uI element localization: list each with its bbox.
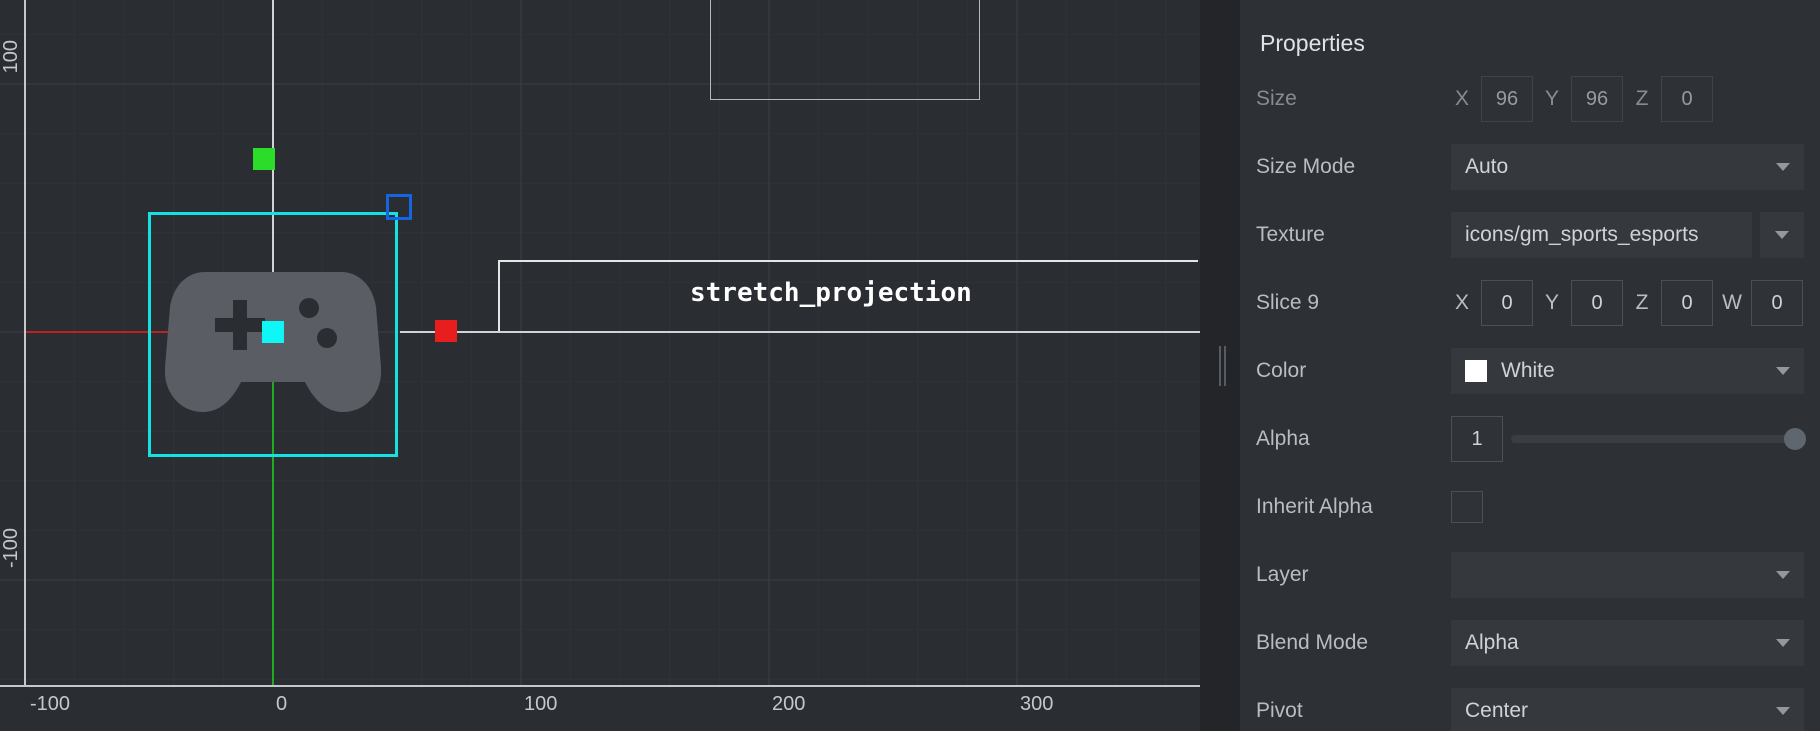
- gizmo-handle-center[interactable]: [262, 321, 284, 343]
- row-texture: Texture icons/gm_sports_esports: [1256, 201, 1804, 269]
- label-texture: Texture: [1256, 223, 1451, 247]
- slice9-w-input[interactable]: [1751, 280, 1803, 326]
- chevron-down-icon: [1776, 571, 1790, 579]
- chevron-down-icon: [1775, 231, 1789, 239]
- row-size-mode: Size Mode Auto: [1256, 133, 1804, 201]
- row-color: Color White: [1256, 337, 1804, 405]
- label-inherit-alpha: Inherit Alpha: [1256, 495, 1451, 519]
- gizmo-handle-scale[interactable]: [386, 194, 412, 220]
- row-pivot: Pivot Center: [1256, 677, 1804, 731]
- color-value: White: [1501, 359, 1555, 383]
- texture-value: icons/gm_sports_esports: [1465, 223, 1698, 247]
- projection-line-v: [498, 260, 500, 331]
- texture-field[interactable]: icons/gm_sports_esports: [1451, 212, 1752, 258]
- row-inherit-alpha: Inherit Alpha: [1256, 473, 1804, 541]
- blend-mode-value: Alpha: [1465, 631, 1519, 655]
- gizmo-handle-red[interactable]: [435, 320, 457, 342]
- gizmo-handle-green[interactable]: [253, 148, 275, 170]
- size-y-input[interactable]: [1571, 76, 1623, 122]
- row-size: Size X Y Z: [1256, 65, 1804, 133]
- chevron-down-icon: [1776, 163, 1790, 171]
- alpha-slider[interactable]: [1511, 435, 1804, 443]
- properties-panel: Properties Size X Y Z Size Mode Auto: [1240, 0, 1820, 731]
- row-layer: Layer: [1256, 541, 1804, 609]
- panel-divider[interactable]: [1200, 0, 1240, 731]
- slider-thumb[interactable]: [1784, 428, 1806, 450]
- chevron-down-icon: [1776, 367, 1790, 375]
- slice9-x-input[interactable]: [1481, 280, 1533, 326]
- divider-grip-icon: [1219, 346, 1221, 386]
- label-alpha: Alpha: [1256, 427, 1451, 451]
- texture-picker-button[interactable]: [1760, 212, 1804, 258]
- color-swatch-icon: [1465, 360, 1487, 382]
- slice9-z-input[interactable]: [1661, 280, 1713, 326]
- row-alpha: Alpha: [1256, 405, 1804, 473]
- label-size-mode: Size Mode: [1256, 155, 1451, 179]
- label-size: Size: [1256, 87, 1451, 111]
- size-x-input[interactable]: [1481, 76, 1533, 122]
- projection-line-h: [498, 260, 1198, 262]
- ruler-x: -100 0 100 200 300: [0, 685, 1200, 731]
- blend-mode-select[interactable]: Alpha: [1451, 620, 1804, 666]
- row-blend-mode: Blend Mode Alpha: [1256, 609, 1804, 677]
- label-layer: Layer: [1256, 563, 1451, 587]
- container-outline-top: [710, 0, 980, 100]
- ruler-y: 100 -100: [0, 0, 26, 685]
- projection-label: stretch_projection: [690, 278, 972, 308]
- label-slice9: Slice 9: [1256, 291, 1451, 315]
- world-axis-x: [400, 331, 1200, 333]
- color-select[interactable]: White: [1451, 348, 1804, 394]
- layer-select[interactable]: [1451, 552, 1804, 598]
- scene-viewport[interactable]: stretch_projection 100 -100 -100 0 100 2…: [0, 0, 1200, 731]
- chevron-down-icon: [1776, 639, 1790, 647]
- inherit-alpha-checkbox[interactable]: [1451, 491, 1483, 523]
- pivot-value: Center: [1465, 699, 1528, 723]
- label-blend-mode: Blend Mode: [1256, 631, 1451, 655]
- chevron-down-icon: [1776, 707, 1790, 715]
- label-pivot: Pivot: [1256, 699, 1451, 723]
- row-slice9: Slice 9 X Y Z W: [1256, 269, 1804, 337]
- size-mode-select[interactable]: Auto: [1451, 144, 1804, 190]
- size-z-input[interactable]: [1661, 76, 1713, 122]
- size-mode-value: Auto: [1465, 155, 1508, 179]
- pivot-select[interactable]: Center: [1451, 688, 1804, 731]
- slice9-y-input[interactable]: [1571, 280, 1623, 326]
- label-color: Color: [1256, 359, 1451, 383]
- alpha-input[interactable]: [1451, 416, 1503, 462]
